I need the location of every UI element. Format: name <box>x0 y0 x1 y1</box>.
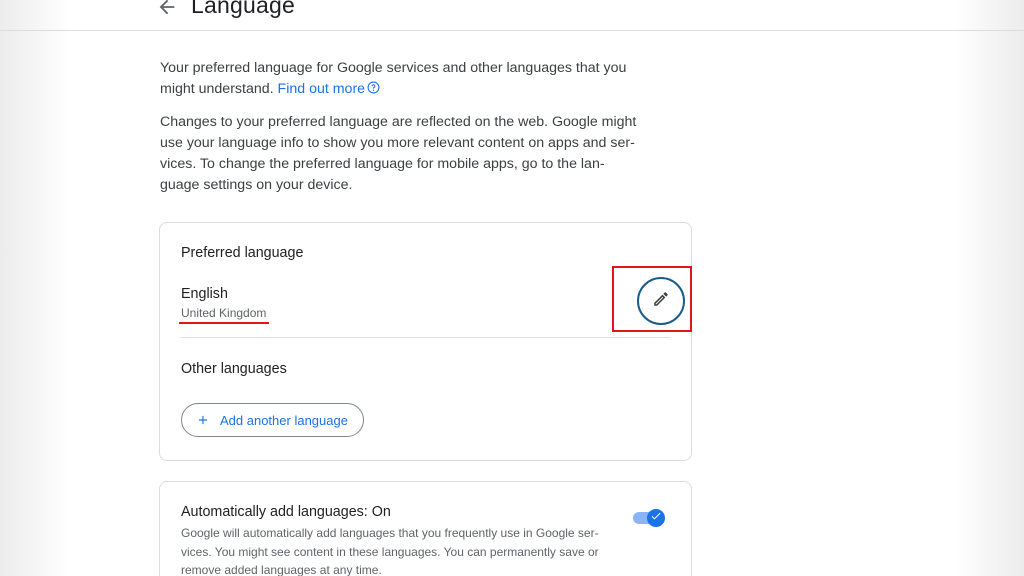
auto-add-languages-card: Automatically add languages: On Google w… <box>159 481 692 576</box>
intro-description: Your preferred language for Google servi… <box>160 60 627 97</box>
check-icon <box>650 509 662 527</box>
add-another-language-button[interactable]: Add another language <box>181 403 364 437</box>
edit-language-button[interactable] <box>637 277 685 325</box>
auto-add-toggle[interactable] <box>633 507 667 529</box>
find-out-more-link[interactable]: Find out more <box>278 81 381 97</box>
toggle-thumb <box>647 509 665 527</box>
other-languages-heading: Other languages <box>181 361 287 377</box>
find-out-more-label: Find out more <box>277 81 366 97</box>
auto-add-title: Automatically add languages: On <box>181 504 391 520</box>
plus-icon <box>196 413 210 427</box>
left-vignette <box>0 0 70 576</box>
pencil-icon <box>652 290 670 313</box>
language-card: Preferred language English United Kingdo… <box>159 222 692 461</box>
add-another-language-label: Add another language <box>220 412 348 428</box>
page-header: Language <box>0 0 1024 31</box>
preferred-language-heading: Preferred language <box>181 245 304 261</box>
language-changes-note: Changes to your preferred language are r… <box>160 114 637 193</box>
help-circle-icon <box>367 80 380 94</box>
preferred-language-name: English <box>181 286 228 302</box>
preferred-language-region: United Kingdom <box>181 306 267 320</box>
auto-add-description: Google will automatically add languages … <box>181 526 599 576</box>
section-divider <box>181 337 671 338</box>
arrow-left-icon[interactable] <box>156 0 178 18</box>
right-vignette <box>954 0 1024 576</box>
page-title: Language <box>191 0 295 18</box>
intro-text: Your preferred language for Google servi… <box>160 58 640 100</box>
annotation-underline <box>179 322 269 324</box>
